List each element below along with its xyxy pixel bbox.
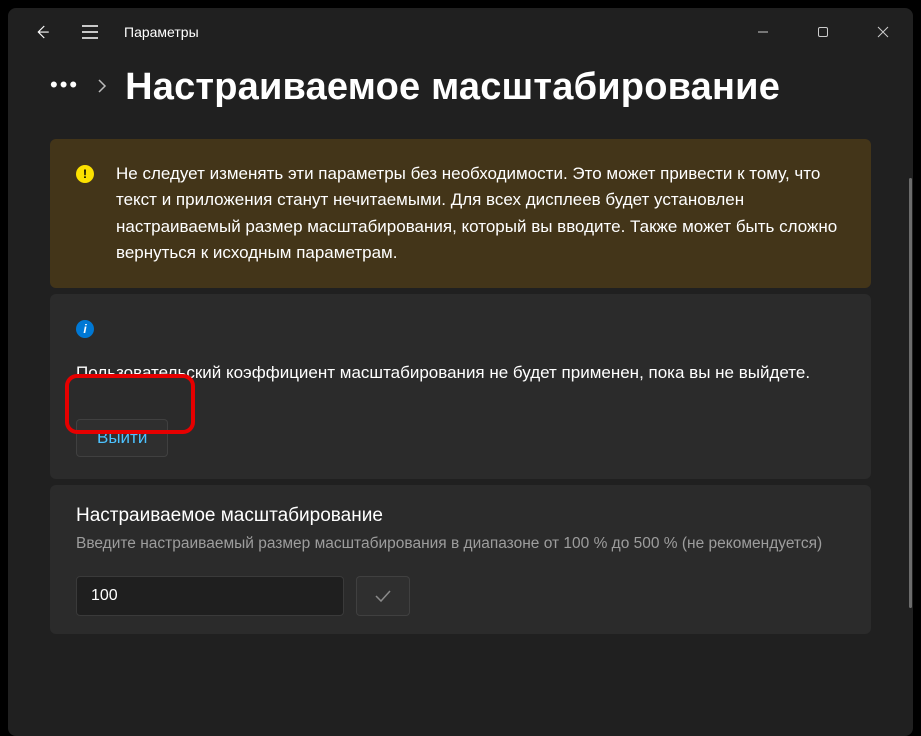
chevron-right-icon	[97, 77, 107, 98]
info-text: Пользовательский коэффициент масштабиров…	[76, 360, 845, 386]
breadcrumb-more-button[interactable]: •••	[50, 72, 79, 104]
custom-scaling-description: Введите настраиваемый размер масштабиров…	[76, 533, 845, 555]
info-card: i Пользовательский коэффициент масштабир…	[50, 294, 871, 478]
titlebar: Параметры	[8, 8, 913, 56]
hamburger-menu-button[interactable]	[70, 12, 110, 52]
back-button[interactable]	[22, 12, 62, 52]
close-button[interactable]	[853, 12, 913, 52]
warning-card: ! Не следует изменять эти параметры без …	[50, 139, 871, 288]
scaling-input-row	[76, 576, 845, 616]
window-controls	[733, 12, 913, 52]
maximize-button[interactable]	[793, 12, 853, 52]
signout-wrap: Выйти	[76, 419, 845, 457]
window-title: Параметры	[124, 24, 199, 40]
confirm-scale-button[interactable]	[356, 576, 410, 616]
page-title: Настраиваемое масштабирование	[125, 66, 780, 109]
custom-scaling-card: Настраиваемое масштабирование Введите на…	[50, 485, 871, 635]
content-area: ••• Настраиваемое масштабирование ! Не с…	[8, 56, 913, 736]
scrollbar[interactable]	[909, 178, 912, 608]
settings-window: Параметры ••• Настраиваемое масштабирова…	[8, 8, 913, 736]
warning-icon: !	[76, 165, 94, 183]
warning-text: Не следует изменять эти параметры без не…	[116, 161, 845, 266]
sign-out-button[interactable]: Выйти	[76, 419, 168, 457]
minimize-button[interactable]	[733, 12, 793, 52]
info-icon: i	[76, 320, 94, 338]
scale-value-input[interactable]	[76, 576, 344, 616]
custom-scaling-title: Настраиваемое масштабирование	[76, 505, 845, 527]
breadcrumb: ••• Настраиваемое масштабирование	[50, 66, 871, 109]
